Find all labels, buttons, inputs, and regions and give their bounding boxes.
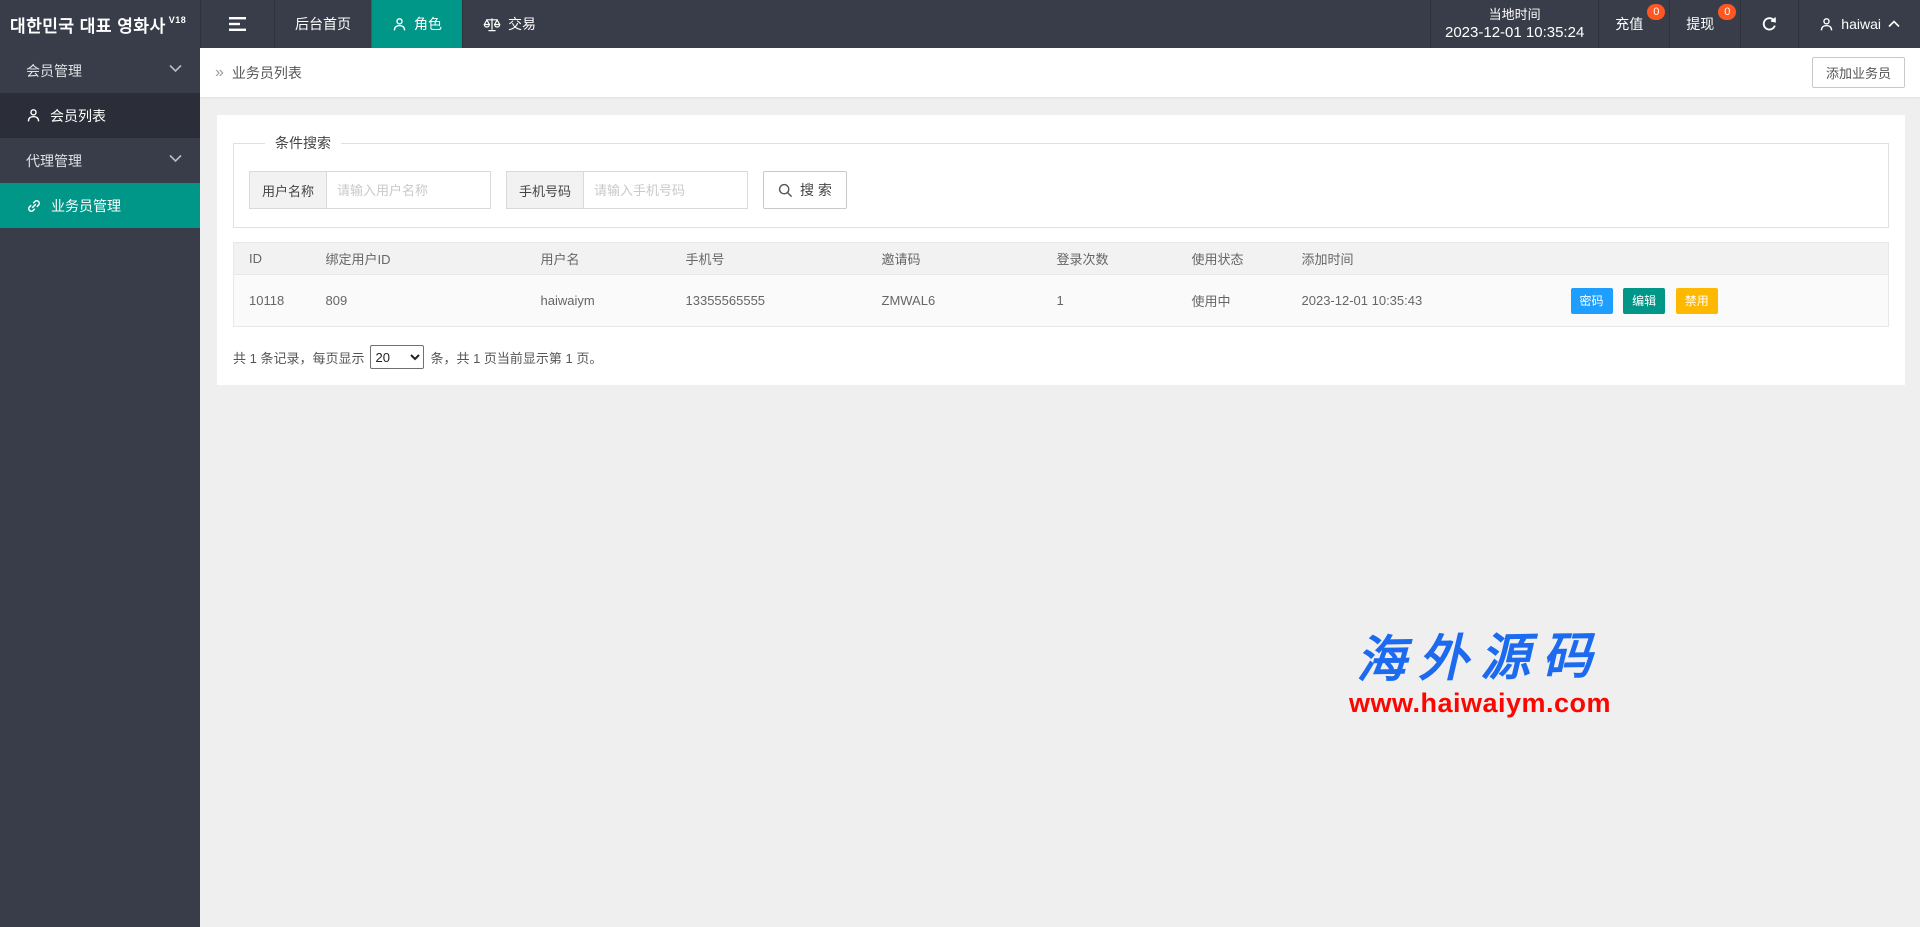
withdraw-badge: 0 [1718, 4, 1736, 20]
breadcrumb-bar: » 业务员列表 添加业务员 [200, 48, 1920, 97]
chevron-down-icon [169, 64, 182, 73]
cell-id: 10118 [234, 275, 311, 327]
search-button[interactable]: 搜 索 [763, 171, 847, 209]
breadcrumb: 业务员列表 [232, 63, 302, 83]
nav-item-role[interactable]: 角色 [371, 0, 462, 48]
sidebar-item-label: 会员列表 [50, 106, 106, 126]
chevron-up-icon [1888, 20, 1900, 28]
withdraw-button[interactable]: 提现 0 [1669, 0, 1740, 48]
add-salesman-button[interactable]: 添加业务员 [1812, 57, 1905, 88]
nav-item-trade[interactable]: 交易 [462, 0, 556, 48]
nav-item-dashboard[interactable]: 后台首页 [274, 0, 371, 48]
user-name: haiwai [1841, 16, 1881, 32]
navbar-right: 当地时间 2023-12-01 10:35:24 充值 0 提现 0 haiwa… [1430, 0, 1920, 48]
recharge-button[interactable]: 充值 0 [1598, 0, 1669, 48]
person-icon [392, 17, 407, 32]
pagination: 共 1 条记录，每页显示 20 条，共 1 页当前显示第 1 页。 [233, 345, 1889, 369]
header-invite-code: 邀请码 [867, 243, 1042, 275]
cell-bind-user-id: 809 [311, 275, 526, 327]
phone-input-group: 手机号码 [506, 171, 748, 209]
app-logo-version: V18 [169, 15, 187, 25]
nav-item-label: 后台首页 [295, 14, 351, 34]
sidebar-toggle-button[interactable] [200, 0, 274, 48]
search-row: 用户名称 手机号码 搜 索 [249, 171, 1873, 209]
sidebar-item-member-management[interactable]: 会员管理 [0, 48, 200, 93]
refresh-icon [1761, 16, 1778, 33]
header-status: 使用状态 [1177, 243, 1287, 275]
header-created-at: 添加时间 [1287, 243, 1556, 275]
table-row: 10118 809 haiwaiym 13355565555 ZMWAL6 1 … [234, 275, 1889, 327]
header-username: 用户名 [526, 243, 671, 275]
header-id: ID [234, 243, 311, 275]
edit-button[interactable]: 编辑 [1623, 288, 1665, 314]
breadcrumb-chevrons-icon: » [215, 64, 224, 82]
pagination-suffix: 条，共 1 页当前显示第 1 页。 [430, 348, 602, 367]
page-size-select[interactable]: 20 [370, 345, 424, 369]
password-button[interactable]: 密码 [1571, 288, 1613, 314]
withdraw-label: 提现 [1686, 14, 1714, 34]
nav-item-label: 角色 [414, 14, 442, 34]
recharge-badge: 0 [1647, 4, 1665, 20]
header-phone: 手机号 [671, 243, 867, 275]
search-legend: 条件搜索 [265, 133, 341, 153]
refresh-button[interactable] [1740, 0, 1798, 48]
header-actions [1556, 243, 1889, 275]
local-time: 当地时间 2023-12-01 10:35:24 [1430, 0, 1598, 48]
phone-input[interactable] [583, 171, 748, 209]
chevron-down-icon [169, 154, 182, 163]
person-icon [26, 108, 41, 123]
search-fieldset: 条件搜索 用户名称 手机号码 搜 索 [233, 133, 1889, 228]
phone-label: 手机号码 [506, 171, 583, 209]
scales-icon [483, 17, 501, 32]
username-input[interactable] [326, 171, 491, 209]
search-button-label: 搜 索 [800, 180, 832, 200]
recharge-label: 充值 [1615, 14, 1643, 34]
user-menu[interactable]: haiwai [1798, 0, 1920, 48]
sidebar: 会员管理 会员列表 代理管理 业务员管理 [0, 48, 200, 927]
local-time-value: 2023-12-01 10:35:24 [1445, 24, 1584, 42]
cell-created-at: 2023-12-01 10:35:43 [1287, 275, 1556, 327]
salesman-table: ID 绑定用户ID 用户名 手机号 邀请码 登录次数 使用状态 添加时间 101… [233, 242, 1889, 327]
status-badge: 使用中 [1177, 275, 1287, 327]
header-login-count: 登录次数 [1042, 243, 1177, 275]
app-logo-text: 대한민국 대표 영화사 [10, 12, 166, 37]
app-logo: 대한민국 대표 영화사 V18 [0, 0, 200, 48]
sidebar-item-salesman-management[interactable]: 业务员管理 [0, 183, 200, 228]
hamburger-icon [229, 17, 246, 31]
local-time-label: 当地时间 [1489, 6, 1541, 24]
table-header-row: ID 绑定用户ID 用户名 手机号 邀请码 登录次数 使用状态 添加时间 [234, 243, 1889, 275]
cell-actions: 密码 编辑 禁用 [1556, 275, 1889, 327]
cell-invite-code: ZMWAL6 [867, 275, 1042, 327]
username-label: 用户名称 [249, 171, 326, 209]
nav-item-label: 交易 [508, 14, 536, 34]
sidebar-item-label: 业务员管理 [51, 196, 121, 216]
header-bind-user-id: 绑定用户ID [311, 243, 526, 275]
sidebar-item-label: 代理管理 [26, 151, 82, 171]
cell-login-count: 1 [1042, 275, 1177, 327]
pagination-prefix: 共 1 条记录，每页显示 [233, 348, 364, 367]
salesman-list-card: 条件搜索 用户名称 手机号码 搜 索 [217, 115, 1905, 385]
main-content: » 业务员列表 添加业务员 条件搜索 用户名称 手机号码 搜 索 [200, 48, 1920, 927]
disable-button[interactable]: 禁用 [1676, 288, 1718, 314]
sidebar-item-label: 会员管理 [26, 61, 82, 81]
link-icon [26, 198, 42, 214]
sidebar-item-member-list[interactable]: 会员列表 [0, 93, 200, 138]
sidebar-item-agent-management[interactable]: 代理管理 [0, 138, 200, 183]
search-icon [778, 183, 793, 198]
user-icon [1819, 17, 1834, 32]
top-navbar: 대한민국 대표 영화사 V18 后台首页 角色 交易 当地时间 2023-12-… [0, 0, 1920, 48]
username-input-group: 用户名称 [249, 171, 491, 209]
cell-phone: 13355565555 [671, 275, 867, 327]
cell-username: haiwaiym [526, 275, 671, 327]
